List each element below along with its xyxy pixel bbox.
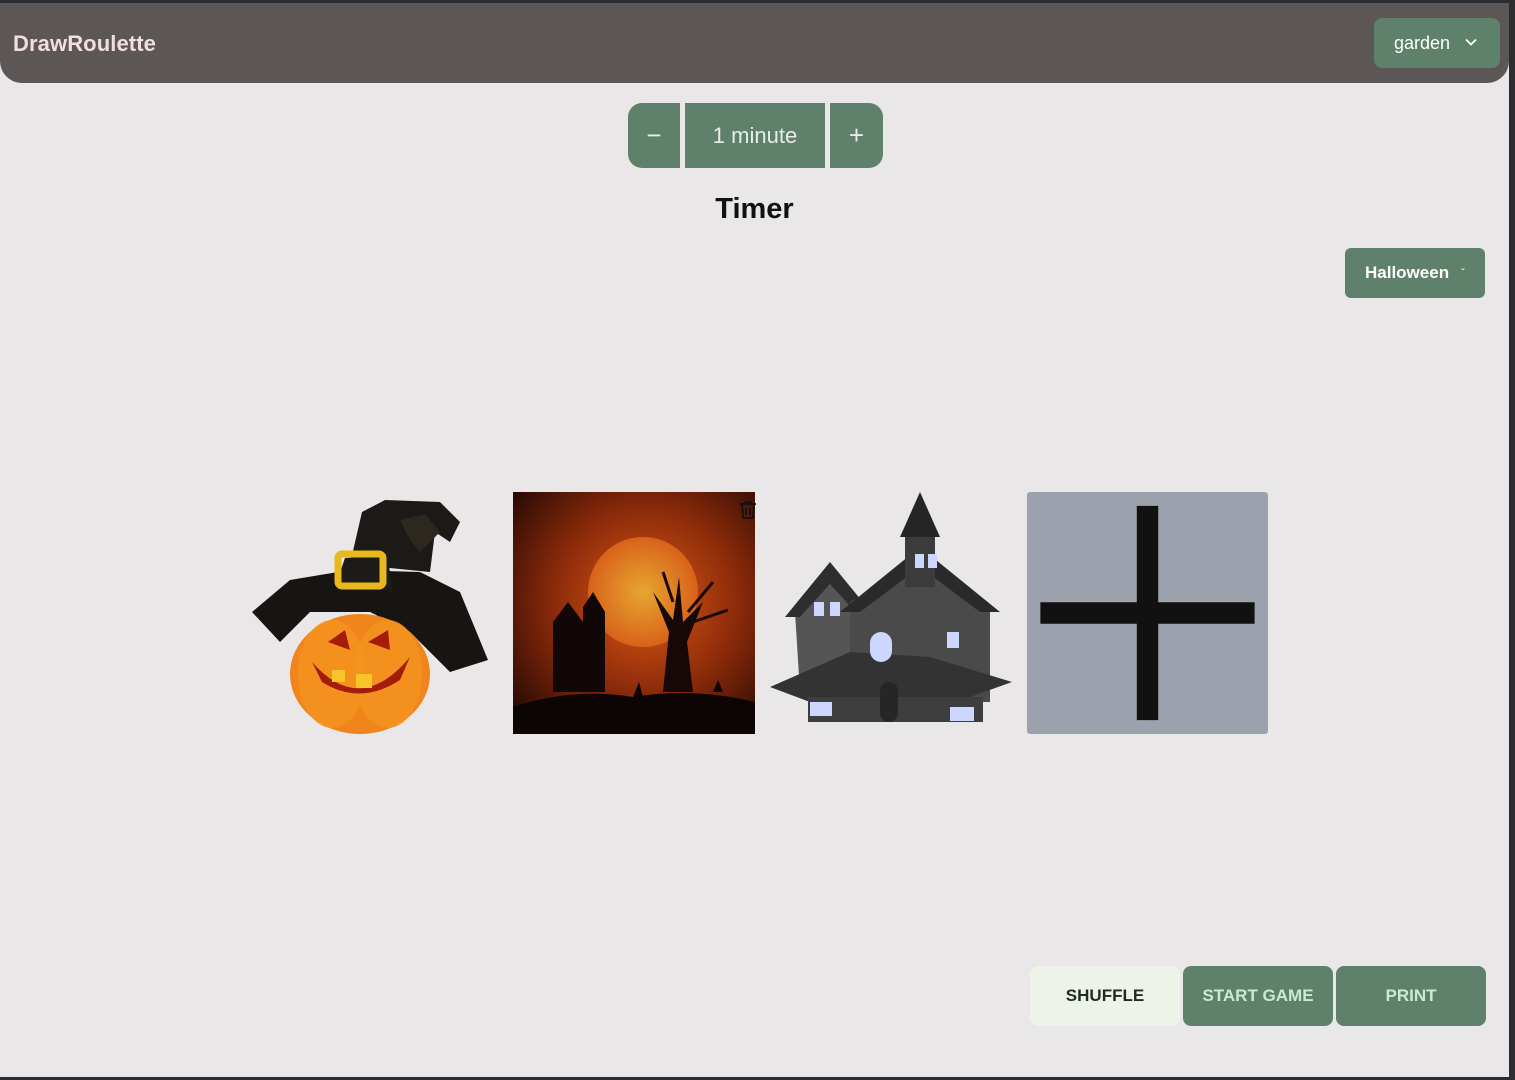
timer-heading: Timer bbox=[715, 193, 794, 225]
action-bar: SHUFFLE START GAME PRINT bbox=[1030, 966, 1486, 1026]
theme-select-value: garden bbox=[1394, 32, 1451, 53]
haunted-house-image bbox=[770, 492, 1012, 722]
add-card-button[interactable] bbox=[1027, 492, 1268, 734]
chevron-down-icon bbox=[1464, 33, 1478, 54]
trash-icon bbox=[740, 501, 756, 519]
category-select-value: Halloween bbox=[1365, 263, 1450, 282]
timer-increment-button[interactable]: + bbox=[830, 103, 883, 168]
card-image-pumpkin[interactable] bbox=[250, 492, 492, 734]
app-title[interactable]: DrawRoulette bbox=[13, 31, 156, 57]
timer-value: 1 minute bbox=[685, 103, 825, 168]
top-navbar: DrawRoulette garden bbox=[0, 3, 1509, 83]
category-select[interactable]: Halloween ˇ bbox=[1345, 248, 1485, 298]
print-button[interactable]: PRINT bbox=[1336, 966, 1486, 1026]
app-window: DrawRoulette garden − 1 minute + Timer H… bbox=[0, 3, 1509, 1077]
jack-o-lantern-witch-hat-image bbox=[252, 500, 488, 734]
haunted-house-blood-moon-image bbox=[513, 492, 755, 734]
card-image-blood-moon[interactable] bbox=[513, 492, 755, 734]
delete-card-button[interactable] bbox=[737, 499, 759, 521]
chevron-down-icon: ˇ bbox=[1461, 267, 1465, 279]
timer-stepper: − 1 minute + bbox=[628, 103, 883, 168]
shuffle-button[interactable]: SHUFFLE bbox=[1030, 966, 1180, 1026]
timer-decrement-button[interactable]: − bbox=[628, 103, 680, 168]
theme-select[interactable]: garden bbox=[1374, 18, 1500, 68]
plus-icon bbox=[1040, 505, 1255, 721]
start-game-button[interactable]: START GAME bbox=[1183, 966, 1333, 1026]
card-image-haunted-house[interactable] bbox=[770, 492, 1012, 734]
